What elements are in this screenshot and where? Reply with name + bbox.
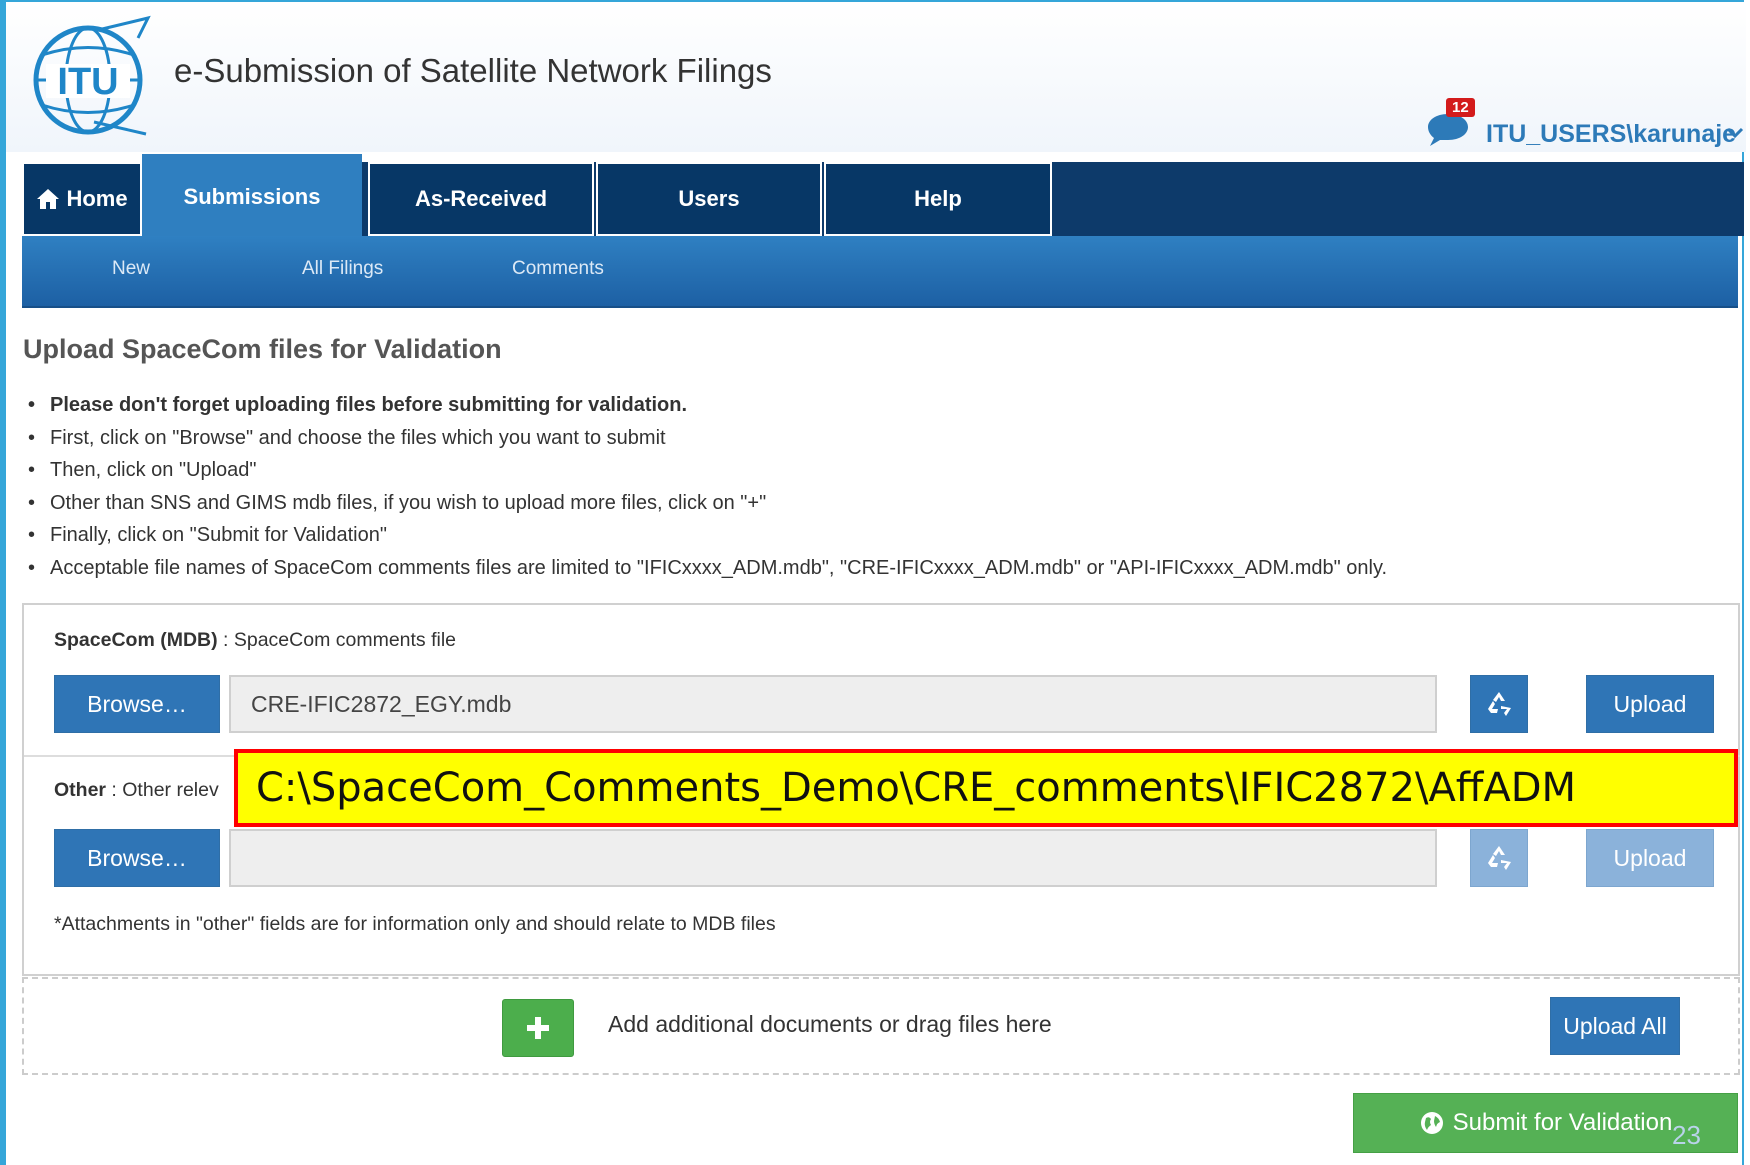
spacecom-file-input[interactable]: CRE-IFIC2872_EGY.mdb xyxy=(229,675,1437,733)
app-title: e-Submission of Satellite Network Filing… xyxy=(174,52,772,89)
subnav-all-filings[interactable]: All Filings xyxy=(302,258,383,280)
header: ITU e-Submission of Satellite Network Fi… xyxy=(6,2,1746,152)
nav-help-label: Help xyxy=(914,186,962,211)
nav-as-received-label: As-Received xyxy=(414,186,548,211)
user-menu[interactable]: ITU_USERS\karunaje xyxy=(1486,120,1736,149)
nav-submissions[interactable]: Submissions xyxy=(142,154,362,236)
instruction-item: Please don't forget uploading files befo… xyxy=(28,392,1387,425)
drop-zone[interactable]: Add additional documents or drag files h… xyxy=(22,977,1740,1075)
spacecom-reset-button[interactable] xyxy=(1470,675,1528,733)
other-browse-button[interactable]: Browse… xyxy=(54,829,220,887)
spacecom-upload-button[interactable]: Upload xyxy=(1586,675,1714,733)
other-reset-button[interactable] xyxy=(1470,829,1528,887)
nav-home[interactable]: Home xyxy=(22,162,142,236)
main-nav: Home Submissions As-Received Users Help xyxy=(22,154,1744,236)
spacecom-browse-button[interactable]: Browse… xyxy=(54,675,220,733)
upload-all-button[interactable]: Upload All xyxy=(1550,997,1680,1055)
other-label-bold: Other xyxy=(54,779,107,801)
other-file-input[interactable] xyxy=(229,829,1437,887)
page-title: Upload SpaceCom files for Validation xyxy=(23,334,502,364)
submit-label: Submit for Validation xyxy=(1452,1109,1673,1136)
other-field-label: Other : Other relev xyxy=(54,779,219,802)
instruction-item: Finally, click on "Submit for Validation… xyxy=(28,522,1387,555)
nav-submissions-label: Submissions xyxy=(183,184,321,209)
other-label-rest: : Other relev xyxy=(106,779,219,801)
nav-users[interactable]: Users xyxy=(596,162,822,236)
add-document-button[interactable] xyxy=(502,999,574,1057)
nav-users-label: Users xyxy=(678,186,740,211)
other-upload-button[interactable]: Upload xyxy=(1586,829,1714,887)
attachments-footnote: *Attachments in "other" fields are for i… xyxy=(54,913,776,935)
home-icon xyxy=(37,189,60,209)
sub-nav: New All Filings Comments xyxy=(22,236,1738,308)
nav-home-label: Home xyxy=(66,186,128,211)
user-area: 12 ITU_USERS\karunaje xyxy=(1426,98,1746,148)
globe-icon xyxy=(1420,1112,1443,1134)
chevron-down-icon[interactable] xyxy=(1726,126,1744,140)
nav-as-received[interactable]: As-Received xyxy=(368,162,594,236)
subnav-comments[interactable]: Comments xyxy=(512,258,604,280)
subnav-new[interactable]: New xyxy=(112,258,150,280)
svg-text:ITU: ITU xyxy=(57,61,118,103)
instruction-item: First, click on "Browse" and choose the … xyxy=(28,425,1387,458)
instructions-list: Please don't forget uploading files befo… xyxy=(28,392,1387,587)
recycle-icon xyxy=(1488,846,1511,870)
instruction-item: Acceptable file names of SpaceCom commen… xyxy=(28,555,1387,588)
plus-icon xyxy=(527,1017,549,1039)
nav-help[interactable]: Help xyxy=(824,162,1052,236)
instruction-item: Then, click on "Upload" xyxy=(28,457,1387,490)
spacecom-field-label: SpaceCom (MDB) : SpaceCom comments file xyxy=(54,629,456,652)
slide-page-number: 23 xyxy=(1672,1120,1701,1150)
drop-zone-text: Add additional documents or drag files h… xyxy=(608,1011,1052,1037)
chat-bubble-icon[interactable] xyxy=(1426,112,1470,146)
recycle-icon xyxy=(1488,692,1511,716)
itu-logo[interactable]: ITU xyxy=(28,10,168,144)
notification-badge: 12 xyxy=(1446,98,1475,117)
spacecom-label-rest: : SpaceCom comments file xyxy=(217,629,457,651)
spacecom-label-bold: SpaceCom (MDB) xyxy=(54,629,218,651)
path-callout: C:\SpaceCom_Comments_Demo\CRE_comments\I… xyxy=(234,749,1738,827)
instruction-item: Other than SNS and GIMS mdb files, if yo… xyxy=(28,490,1387,523)
